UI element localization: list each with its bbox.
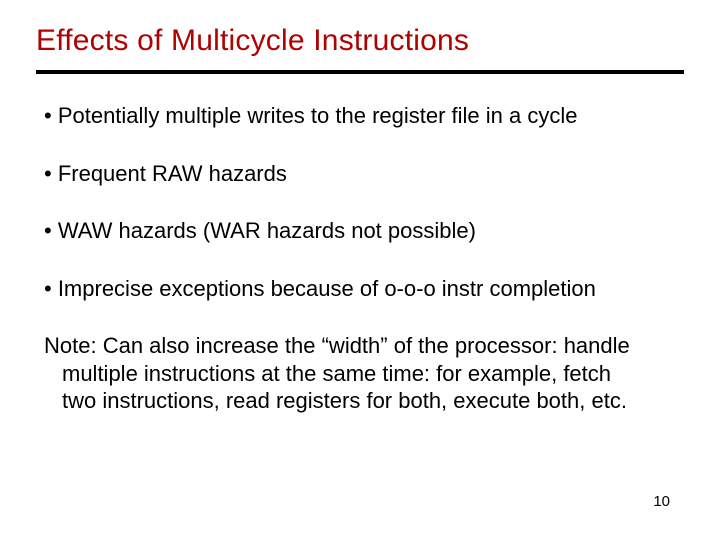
bullet-item: • WAW hazards (WAR hazards not possible) xyxy=(44,217,684,245)
bullet-item: • Frequent RAW hazards xyxy=(44,160,684,188)
title-underline xyxy=(36,70,684,74)
bullet-item: • Potentially multiple writes to the reg… xyxy=(44,102,684,130)
slide-body: • Potentially multiple writes to the reg… xyxy=(36,102,684,415)
slide-title: Effects of Multicycle Instructions xyxy=(36,24,684,58)
note-block: Note: Can also increase the “width” of t… xyxy=(44,332,684,415)
note-line: two instructions, read registers for bot… xyxy=(62,387,684,415)
slide: Effects of Multicycle Instructions • Pot… xyxy=(0,0,720,540)
note-line: Note: Can also increase the “width” of t… xyxy=(44,332,684,360)
note-line: multiple instructions at the same time: … xyxy=(62,360,684,388)
bullet-item: • Imprecise exceptions because of o-o-o … xyxy=(44,275,684,303)
page-number: 10 xyxy=(653,493,670,510)
